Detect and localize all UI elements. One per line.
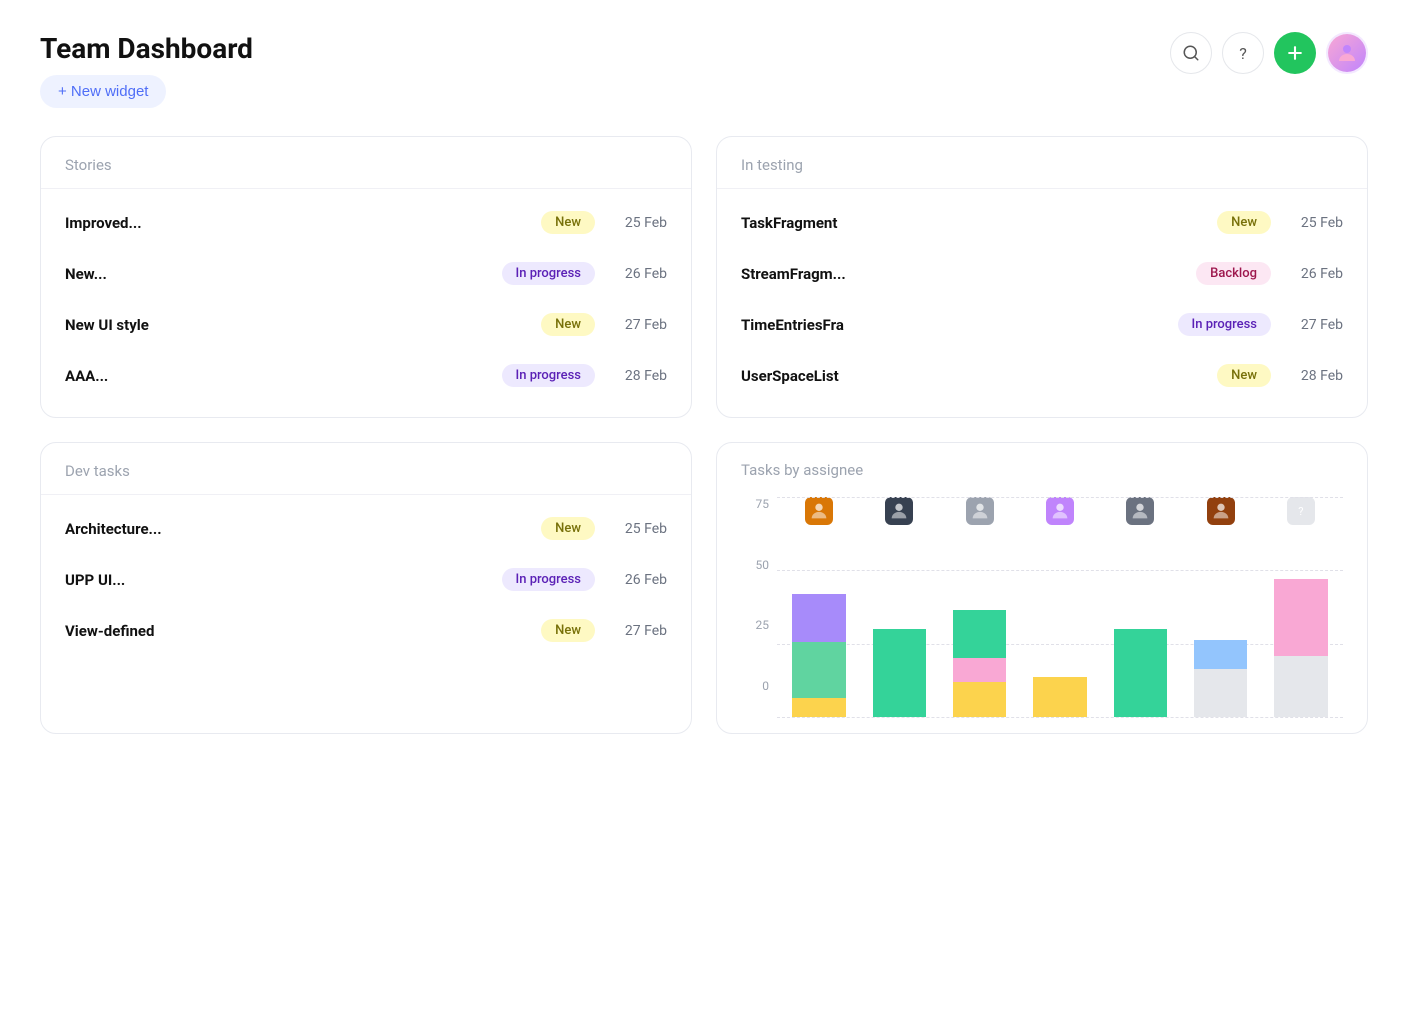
header-actions: ? [1170, 32, 1368, 74]
dashboard-grid: Stories Improved... New 25 Feb New... In pro… [40, 136, 1368, 734]
task-row[interactable]: StreamFragm... Backlog 26 Feb [741, 248, 1343, 299]
task-row[interactable]: TaskFragment New 25 Feb [741, 197, 1343, 248]
bar-group [1182, 497, 1258, 717]
task-name: UserSpaceList [741, 367, 1205, 385]
task-date: 27 Feb [607, 623, 667, 639]
task-date: 25 Feb [607, 215, 667, 231]
help-button[interactable]: ? [1222, 32, 1264, 74]
task-badge: New [1217, 364, 1271, 387]
task-row[interactable]: Architecture... New 25 Feb [65, 503, 667, 554]
task-row[interactable]: View-defined New 27 Feb [65, 605, 667, 656]
bar-group [1263, 497, 1339, 717]
page-title: Team Dashboard [40, 32, 253, 65]
chart-area: 75 50 25 0? [741, 497, 1343, 717]
task-badge: New [541, 313, 595, 336]
dev-tasks-body: Architecture... New 25 Feb UPP UI... In prog… [41, 495, 691, 672]
bar-segment [792, 642, 845, 698]
task-badge: New [541, 211, 595, 234]
stories-title: Stories [65, 156, 112, 174]
bar-segment [1194, 669, 1247, 717]
task-date: 27 Feb [1283, 317, 1343, 333]
task-row[interactable]: TimeEntriesFra In progress 27 Feb [741, 299, 1343, 350]
bar-segment [953, 610, 1006, 658]
task-date: 26 Feb [607, 572, 667, 588]
task-name: TaskFragment [741, 214, 1205, 232]
in-testing-header: In testing [717, 137, 1367, 189]
chart-y-labels: 75 50 25 0 [741, 497, 769, 693]
dev-tasks-title: Dev tasks [65, 462, 130, 480]
stories-card: Stories Improved... New 25 Feb New... In pro… [40, 136, 692, 418]
task-name: New... [65, 265, 490, 283]
task-badge: In progress [502, 568, 595, 591]
in-testing-title: In testing [741, 156, 803, 174]
task-name: View-defined [65, 622, 529, 640]
task-name: Improved... [65, 214, 529, 232]
bar-group [1102, 497, 1178, 717]
in-testing-card: In testing TaskFragment New 25 Feb StreamFr… [716, 136, 1368, 418]
add-button[interactable] [1274, 32, 1316, 74]
task-row[interactable]: Improved... New 25 Feb [65, 197, 667, 248]
bar-segment [792, 594, 845, 642]
task-name: TimeEntriesFra [741, 316, 1166, 334]
task-row[interactable]: AAA... In progress 28 Feb [65, 350, 667, 401]
avatar-image [1328, 34, 1366, 72]
bar-segment [1033, 677, 1086, 717]
task-badge: New [1217, 211, 1271, 234]
search-button[interactable] [1170, 32, 1212, 74]
bar-group [861, 497, 937, 717]
task-name: StreamFragm... [741, 265, 1184, 283]
bar-segment [953, 682, 1006, 717]
dev-tasks-card: Dev tasks Architecture... New 25 Feb UPP UI… [40, 442, 692, 734]
y-label: 0 [762, 679, 769, 693]
task-badge: In progress [502, 364, 595, 387]
task-name: New UI style [65, 316, 529, 334]
y-label: 25 [756, 618, 770, 632]
bar-group [942, 497, 1018, 717]
bar-segment [1274, 579, 1327, 656]
in-testing-body: TaskFragment New 25 Feb StreamFragm... Backl… [717, 189, 1367, 417]
bar-group [1022, 497, 1098, 717]
bar-segment [953, 658, 1006, 682]
bar-segment [1194, 640, 1247, 669]
chart-content: ? [777, 497, 1343, 717]
task-row[interactable]: UserSpaceList New 28 Feb [741, 350, 1343, 401]
bar-segment [792, 698, 845, 717]
task-date: 28 Feb [1283, 368, 1343, 384]
header-left: Team Dashboard + New widget [40, 32, 253, 108]
dev-tasks-header: Dev tasks [41, 443, 691, 495]
task-row[interactable]: New UI style New 27 Feb [65, 299, 667, 350]
bars-row [777, 497, 1343, 717]
bars-container: ? [777, 497, 1343, 717]
task-badge: Backlog [1196, 262, 1271, 285]
chart-card: Tasks by assignee 75 50 25 0? [716, 442, 1368, 734]
task-badge: In progress [1178, 313, 1271, 336]
task-date: 27 Feb [607, 317, 667, 333]
bar-segment [873, 629, 926, 717]
grid-line [777, 717, 1343, 718]
task-row[interactable]: New... In progress 26 Feb [65, 248, 667, 299]
task-row[interactable]: UPP UI... In progress 26 Feb [65, 554, 667, 605]
chart-title: Tasks by assignee [741, 461, 1343, 479]
stories-header: Stories [41, 137, 691, 189]
task-date: 28 Feb [607, 368, 667, 384]
y-label: 75 [756, 497, 770, 511]
task-badge: In progress [502, 262, 595, 285]
user-avatar[interactable] [1326, 32, 1368, 74]
task-date: 25 Feb [1283, 215, 1343, 231]
bar-group [781, 497, 857, 717]
stories-body: Improved... New 25 Feb New... In progress 26 … [41, 189, 691, 417]
page-header: Team Dashboard + New widget ? [40, 32, 1368, 108]
task-date: 26 Feb [607, 266, 667, 282]
task-name: Architecture... [65, 520, 529, 538]
task-name: UPP UI... [65, 571, 490, 589]
task-date: 25 Feb [607, 521, 667, 537]
task-date: 26 Feb [1283, 266, 1343, 282]
y-label: 50 [756, 558, 770, 572]
task-badge: New [541, 517, 595, 540]
new-widget-button[interactable]: + New widget [40, 75, 166, 108]
task-name: AAA... [65, 367, 490, 385]
bar-segment [1274, 656, 1327, 717]
task-badge: New [541, 619, 595, 642]
bar-segment [1114, 629, 1167, 717]
